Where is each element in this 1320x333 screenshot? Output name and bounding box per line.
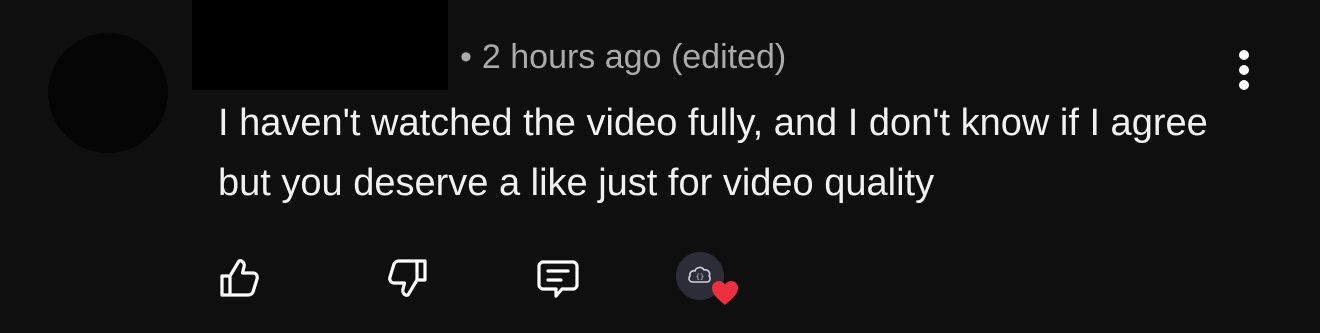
edited-label: (edited) xyxy=(670,38,787,76)
thumbs-down-icon xyxy=(388,259,427,297)
heart-icon xyxy=(712,281,738,305)
redacted-author-name xyxy=(192,0,448,90)
comment-meta: • 2 hours ago (edited) xyxy=(460,36,786,78)
heart-badge xyxy=(708,276,742,310)
like-button[interactable] xyxy=(211,250,267,306)
reply-button[interactable] xyxy=(530,250,586,306)
comment-text: I haven't watched the video fully, and I… xyxy=(218,102,1208,204)
comment-timestamp[interactable]: 2 hours ago xyxy=(482,38,662,76)
svg-text:{}: {} xyxy=(696,273,704,281)
more-vertical-icon xyxy=(1239,50,1249,90)
meta-separator: • xyxy=(460,38,472,76)
dislike-button[interactable] xyxy=(380,250,436,306)
comment-menu-button[interactable] xyxy=(1224,46,1264,94)
creator-heart: {} xyxy=(676,252,742,312)
comment-author-avatar[interactable] xyxy=(48,33,168,153)
thumbs-up-icon xyxy=(220,259,259,297)
reply-comment-icon xyxy=(537,260,579,298)
